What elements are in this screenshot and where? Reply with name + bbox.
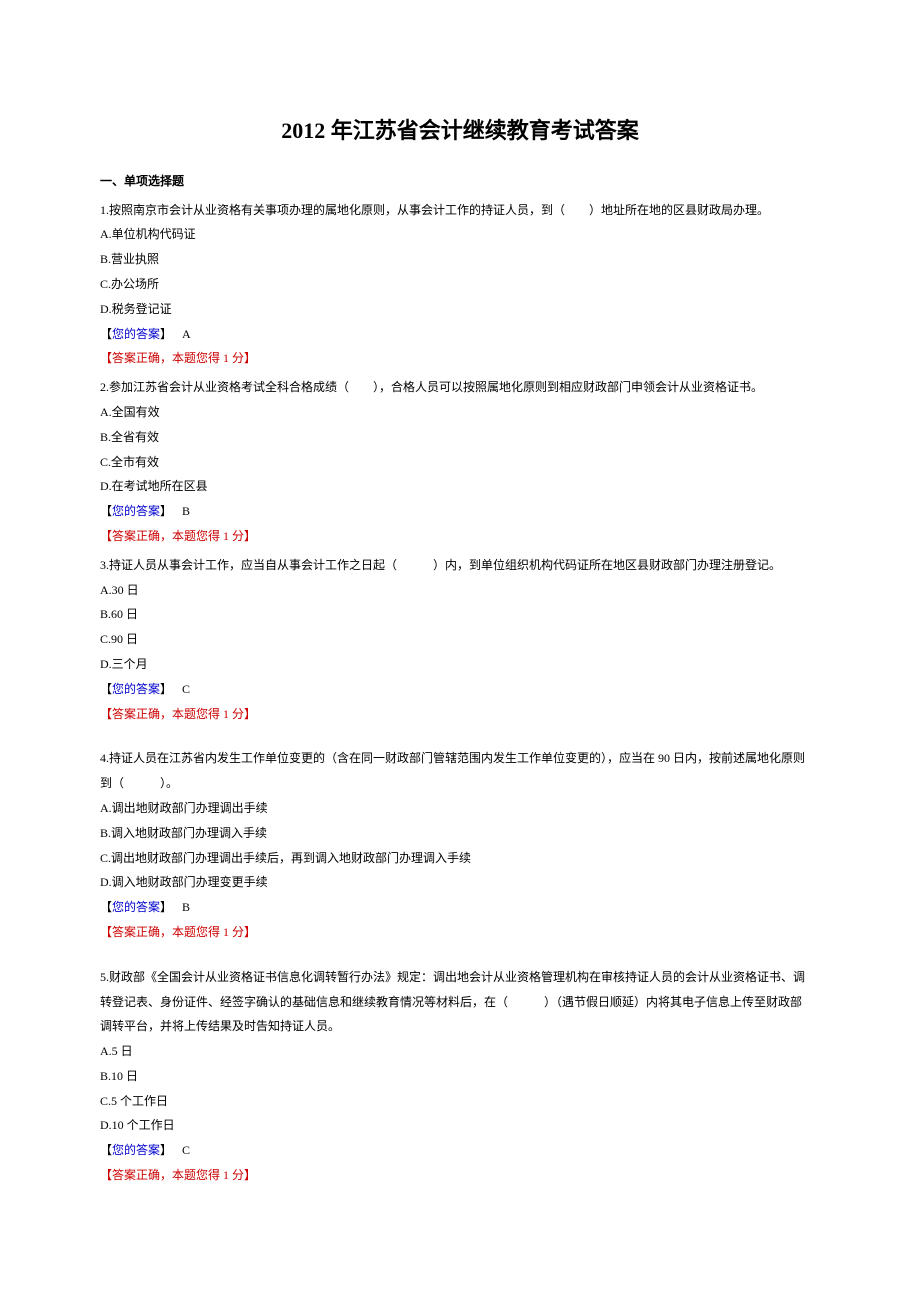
option-d: D.三个月 xyxy=(100,653,820,676)
question-stem-line2: 转登记表、身份证件、经签字确认的基础信息和继续教育情况等材料后，在（ ）（遇节假… xyxy=(100,991,820,1014)
question-2: 2.参加江苏省会计从业资格考试全科合格成绩（ ），合格人员可以按照属地化原则到相… xyxy=(100,376,820,548)
option-d: D.调入地财政部门办理变更手续 xyxy=(100,871,820,894)
option-a: A.全国有效 xyxy=(100,401,820,424)
question-stem-line1: 4.持证人员在江苏省内发生工作单位变更的（含在同一财政部门管辖范围内发生工作单位… xyxy=(100,747,820,770)
option-a: A.5 日 xyxy=(100,1040,820,1063)
question-stem: 2.参加江苏省会计从业资格考试全科合格成绩（ ），合格人员可以按照属地化原则到相… xyxy=(100,376,820,399)
your-answer-line: 【您的答案】B xyxy=(100,896,820,919)
your-answer-value: C xyxy=(182,682,190,696)
option-b: B.营业执照 xyxy=(100,248,820,271)
question-stem-line1: 5.财政部《全国会计从业资格证书信息化调转暂行办法》规定：调出地会计从业资格管理… xyxy=(100,966,820,989)
option-c: C.90 日 xyxy=(100,628,820,651)
option-c: C.5 个工作日 xyxy=(100,1090,820,1113)
option-a: A.调出地财政部门办理调出手续 xyxy=(100,797,820,820)
question-stem: 1.按照南京市会计从业资格有关事项办理的属地化原则，从事会计工作的持证人员，到（… xyxy=(100,199,820,222)
correct-line: 【答案正确，本题您得 1 分】 xyxy=(100,1164,820,1187)
page-title: 2012 年江苏省会计继续教育考试答案 xyxy=(100,110,820,152)
correct-line: 【答案正确，本题您得 1 分】 xyxy=(100,921,820,944)
option-c: C.办公场所 xyxy=(100,273,820,296)
option-b: B.10 日 xyxy=(100,1065,820,1088)
question-3: 3.持证人员从事会计工作，应当自从事会计工作之日起（ ）内，到单位组织机构代码证… xyxy=(100,554,820,726)
option-d: D.在考试地所在区县 xyxy=(100,475,820,498)
option-a: A.30 日 xyxy=(100,579,820,602)
your-answer-line: 【您的答案】C xyxy=(100,1139,820,1162)
spacer xyxy=(100,950,820,964)
option-b: B.调入地财政部门办理调入手续 xyxy=(100,822,820,845)
your-answer-value: A xyxy=(182,327,191,341)
question-5: 5.财政部《全国会计从业资格证书信息化调转暂行办法》规定：调出地会计从业资格管理… xyxy=(100,966,820,1187)
option-b: B.全省有效 xyxy=(100,426,820,449)
question-4: 4.持证人员在江苏省内发生工作单位变更的（含在同一财政部门管辖范围内发生工作单位… xyxy=(100,747,820,943)
your-answer-line: 【您的答案】B xyxy=(100,500,820,523)
your-answer-value: B xyxy=(182,504,190,518)
your-answer-line: 【您的答案】C xyxy=(100,678,820,701)
question-1: 1.按照南京市会计从业资格有关事项办理的属地化原则，从事会计工作的持证人员，到（… xyxy=(100,199,820,371)
your-answer-value: B xyxy=(182,900,190,914)
question-stem: 3.持证人员从事会计工作，应当自从事会计工作之日起（ ）内，到单位组织机构代码证… xyxy=(100,554,820,577)
option-a: A.单位机构代码证 xyxy=(100,223,820,246)
correct-line: 【答案正确，本题您得 1 分】 xyxy=(100,347,820,370)
correct-line: 【答案正确，本题您得 1 分】 xyxy=(100,703,820,726)
option-d: D.税务登记证 xyxy=(100,298,820,321)
section-header: 一、单项选择题 xyxy=(100,170,820,193)
your-answer-value: C xyxy=(182,1143,190,1157)
spacer xyxy=(100,731,820,745)
option-b: B.60 日 xyxy=(100,603,820,626)
question-stem-line3: 调转平台，并将上传结果及时告知持证人员。 xyxy=(100,1015,820,1038)
option-c: C.全市有效 xyxy=(100,451,820,474)
correct-line: 【答案正确，本题您得 1 分】 xyxy=(100,525,820,548)
option-c: C.调出地财政部门办理调出手续后，再到调入地财政部门办理调入手续 xyxy=(100,847,820,870)
your-answer-line: 【您的答案】A xyxy=(100,323,820,346)
question-stem-line2: 到（ ）。 xyxy=(100,772,820,795)
option-d: D.10 个工作日 xyxy=(100,1114,820,1137)
